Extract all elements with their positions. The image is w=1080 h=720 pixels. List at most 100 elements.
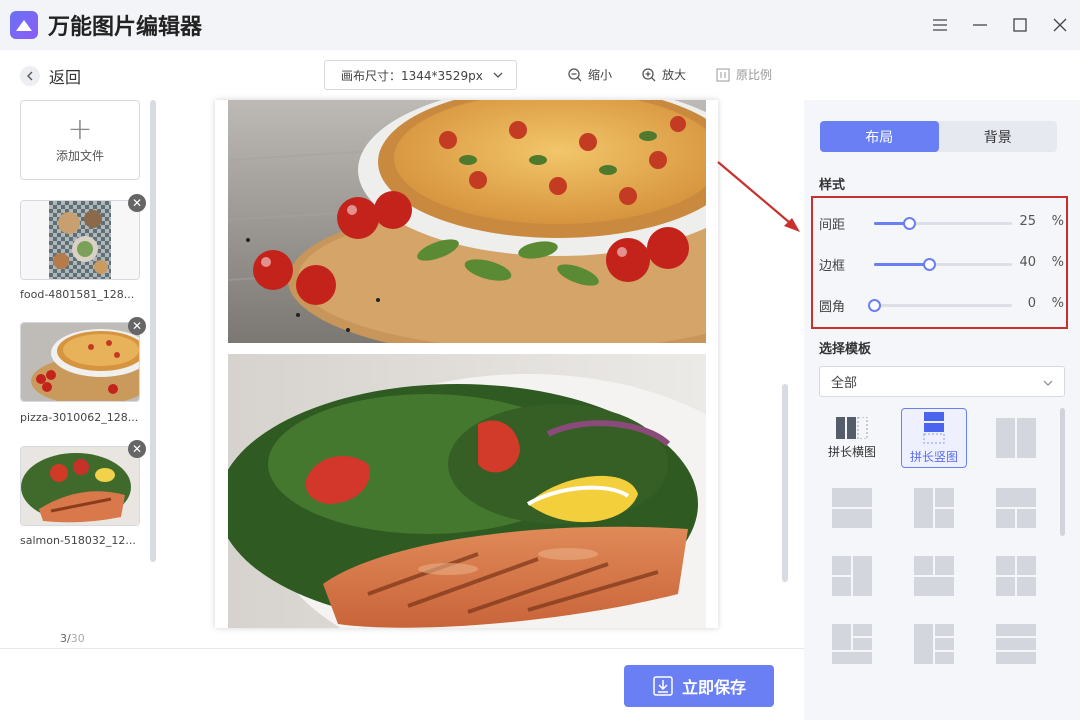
food-photo: [21, 201, 139, 279]
template-label: 拼长竖图: [909, 449, 958, 464]
save-now-label: 立即保存: [681, 678, 746, 697]
slider-unit: %: [1051, 296, 1064, 311]
template-two-rows[interactable]: [819, 478, 885, 538]
pizza-photo: [21, 323, 139, 401]
app-title: 万能图片编辑器: [48, 15, 203, 40]
page-counter: 3/30: [60, 632, 85, 645]
four-grid-layout-icon: [996, 556, 1036, 596]
template-left-split-right-big[interactable]: [819, 546, 885, 606]
template-scrollbar[interactable]: [1060, 408, 1065, 536]
template-three-rows[interactable]: [983, 614, 1049, 674]
canvas-scrollbar[interactable]: [782, 384, 788, 582]
back-button[interactable]: 返回: [20, 64, 81, 88]
template-horizontal-stitch[interactable]: 拼长横图: [819, 408, 885, 468]
slider-unit: %: [1051, 255, 1064, 270]
zoom-in-icon: [642, 67, 656, 81]
template-filter-select[interactable]: 全部: [819, 366, 1065, 397]
slider-track[interactable]: [868, 299, 1012, 312]
pizza-photo: [228, 100, 706, 343]
remove-file-icon[interactable]: ✕: [128, 317, 146, 335]
chevron-down-icon: [1043, 380, 1053, 386]
slider-value: 25: [1019, 214, 1036, 229]
top-split-bottom-row-icon: [914, 556, 954, 596]
page-total: 30: [70, 632, 85, 645]
slider-fill: [874, 263, 930, 266]
file-list-scrollbar[interactable]: [150, 100, 156, 562]
slider-value: 0: [1027, 296, 1036, 311]
remove-file-icon[interactable]: ✕: [128, 194, 146, 212]
canvas-paper[interactable]: [215, 100, 718, 628]
vertical-stitch-icon: [923, 411, 945, 443]
slider-unit: %: [1051, 214, 1064, 229]
template-filter-value: 全部: [831, 376, 858, 391]
slider-track[interactable]: [874, 258, 1012, 271]
maximize-icon[interactable]: [1000, 0, 1040, 50]
back-label: 返回: [49, 68, 82, 87]
template-four-grid[interactable]: [983, 546, 1049, 606]
template-two-columns[interactable]: [983, 408, 1049, 468]
template-grid: 拼长横图 拼长竖图: [819, 406, 1059, 676]
spacing-slider[interactable]: 间距 25 %: [819, 213, 1064, 233]
tab-layout[interactable]: 布局: [820, 121, 939, 152]
slider-handle[interactable]: [923, 258, 937, 271]
file-name: salmon-518032_12...: [20, 534, 136, 547]
template-section-title: 选择模板: [819, 342, 872, 357]
toolbar: 返回 画布尺寸：1344*3529px 缩小 放大 原比例: [0, 50, 1080, 100]
original-ratio-button[interactable]: 原比例: [716, 66, 772, 83]
zoom-out-button[interactable]: 缩小: [568, 66, 612, 83]
canvas-image-pizza[interactable]: [228, 100, 706, 343]
slider-handle[interactable]: [868, 299, 881, 312]
tab-background[interactable]: 背景: [939, 121, 1058, 152]
chevron-left-icon: [20, 66, 40, 86]
remove-file-icon[interactable]: ✕: [128, 440, 146, 458]
canvas-size-label: 画布尺寸：1344*3529px: [341, 68, 483, 83]
minimize-icon[interactable]: [960, 0, 1000, 50]
template-top-big-bottom-split[interactable]: [983, 478, 1049, 538]
canvas-size-dropdown[interactable]: 画布尺寸：1344*3529px: [324, 60, 517, 90]
close-icon[interactable]: [1040, 0, 1080, 50]
app-logo-icon: [10, 11, 38, 39]
template-vertical-stitch[interactable]: 拼长竖图: [901, 408, 967, 468]
zoom-out-label: 缩小: [588, 68, 613, 82]
save-now-button[interactable]: 立即保存: [624, 665, 774, 707]
file-thumbnail-pizza[interactable]: [20, 322, 140, 402]
zoom-in-button[interactable]: 放大: [642, 66, 686, 83]
zoom-out-icon: [568, 67, 582, 81]
plus-icon: +: [67, 111, 93, 147]
footer: 立即保存: [0, 648, 804, 720]
canvas-image-salmon[interactable]: [228, 354, 706, 628]
template-mixed-grid-b[interactable]: [901, 614, 967, 674]
salmon-photo: [228, 354, 706, 628]
two-rows-layout-icon: [832, 488, 872, 528]
mixed-grid-layout-icon: [832, 624, 872, 664]
file-list-panel: + 添加文件 ✕ food-4801581_128... ✕ pizza-301…: [0, 100, 160, 648]
top-row-bottom-split-icon: [996, 488, 1036, 528]
style-section-title: 样式: [819, 178, 846, 193]
settings-panel: 布局 背景 样式 间距 25 % 边框 40 % 圆角 0 % 选择模板 全部: [804, 100, 1080, 720]
left-column-right-split-icon: [914, 488, 954, 528]
file-thumbnail-food[interactable]: [20, 200, 140, 280]
ratio-icon: [716, 67, 730, 82]
panel-tabs: 布局 背景: [820, 121, 1057, 152]
mixed-grid-layout-icon: [914, 624, 954, 664]
slider-value: 40: [1019, 255, 1036, 270]
menu-icon[interactable]: [920, 0, 960, 50]
window-controls: [920, 0, 1080, 50]
template-mixed-grid-a[interactable]: [819, 614, 885, 674]
slider-label: 间距: [819, 218, 846, 233]
border-slider[interactable]: 边框 40 %: [819, 254, 1064, 274]
template-left-big-right-split[interactable]: [901, 478, 967, 538]
slider-track[interactable]: [874, 217, 1012, 230]
template-label: 拼长横图: [827, 444, 876, 459]
slider-handle[interactable]: [902, 217, 916, 230]
corner-radius-slider[interactable]: 圆角 0 %: [819, 295, 1064, 315]
file-thumbnail-salmon[interactable]: [20, 446, 140, 526]
title-bar: 万能图片编辑器: [0, 0, 1080, 50]
add-file-label: 添加文件: [55, 148, 104, 163]
original-ratio-label: 原比例: [736, 68, 773, 82]
file-name: pizza-3010062_128...: [20, 411, 139, 424]
slider-label: 圆角: [819, 300, 846, 315]
zoom-in-label: 放大: [662, 68, 687, 82]
add-file-button[interactable]: + 添加文件: [20, 100, 140, 180]
template-top-split-bottom-big[interactable]: [901, 546, 967, 606]
